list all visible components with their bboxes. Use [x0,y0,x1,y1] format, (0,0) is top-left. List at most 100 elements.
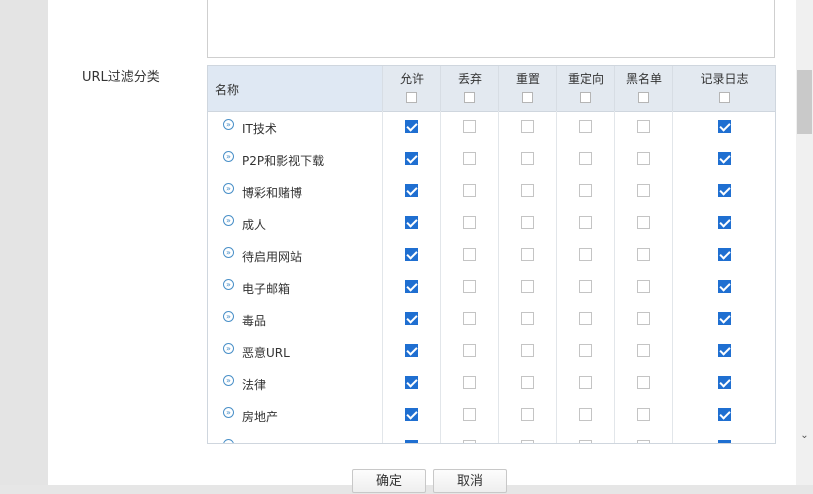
expand-chevron-icon[interactable]: » [223,183,234,194]
log-checkbox[interactable] [717,184,731,197]
log-checkbox[interactable] [717,344,731,357]
drop-checkbox[interactable] [463,248,476,261]
blacklist-checkbox[interactable] [637,312,650,325]
reset-checkbox[interactable] [521,152,534,165]
reset-checkbox[interactable] [521,216,534,229]
expand-chevron-icon[interactable]: » [223,375,234,386]
checkbox-cell [440,367,499,399]
blacklist-checkbox[interactable] [637,344,650,357]
redirect-checkbox[interactable] [579,408,592,421]
blacklist-checkbox[interactable] [637,248,650,261]
blacklist-checkbox[interactable] [637,216,650,229]
log-checkbox[interactable] [717,312,731,325]
log-checkbox[interactable] [717,280,731,293]
log-checkbox[interactable] [717,152,731,165]
redirect-checkbox[interactable] [579,280,592,293]
drop-checkbox[interactable] [463,280,476,293]
drop-checkbox[interactable] [463,120,476,133]
reset-checkbox[interactable] [521,312,534,325]
checkbox-cell [614,175,673,207]
allow-checkbox[interactable] [405,184,418,197]
expand-chevron-icon[interactable]: » [223,151,234,162]
blacklist-checkbox[interactable] [637,184,650,197]
allow-checkbox[interactable] [405,376,418,389]
reset-checkbox[interactable] [521,280,534,293]
redirect-checkbox[interactable] [579,184,592,197]
drop-checkbox[interactable] [463,344,476,357]
drop-checkbox[interactable] [463,152,476,165]
allow-checkbox[interactable] [405,408,418,421]
log-checkbox[interactable] [717,120,731,133]
expand-chevron-icon[interactable]: » [223,215,234,226]
reset-checkbox[interactable] [521,440,534,443]
blacklist-checkbox[interactable] [637,376,650,389]
expand-chevron-icon[interactable]: » [223,311,234,322]
drop-checkbox[interactable] [463,440,476,443]
select-all-redirect-checkbox[interactable] [580,92,591,103]
redirect-checkbox[interactable] [579,440,592,443]
drop-checkbox[interactable] [463,312,476,325]
allow-checkbox[interactable] [405,344,418,357]
description-textarea[interactable] [207,0,775,58]
allow-checkbox[interactable] [405,248,418,261]
blacklist-checkbox[interactable] [637,440,650,443]
vertical-scrollbar[interactable]: ⌄ [796,0,813,485]
cancel-button[interactable]: 取消 [433,469,507,493]
table-header: 名称 允许 丢弃 重置 重定向 黑名单 记录日志 [208,66,775,112]
redirect-checkbox[interactable] [579,216,592,229]
column-header-label: 记录日志 [700,72,749,86]
reset-checkbox[interactable] [521,344,534,357]
blacklist-checkbox[interactable] [637,408,650,421]
drop-checkbox[interactable] [463,408,476,421]
checkbox-cell [498,431,557,443]
blacklist-checkbox[interactable] [637,152,650,165]
redirect-checkbox[interactable] [579,376,592,389]
checkbox-cell [556,431,615,443]
reset-checkbox[interactable] [521,376,534,389]
log-checkbox[interactable] [717,408,731,421]
select-all-reset-checkbox[interactable] [522,92,533,103]
log-checkbox[interactable] [717,376,731,389]
redirect-checkbox[interactable] [579,120,592,133]
redirect-checkbox[interactable] [579,152,592,165]
reset-checkbox[interactable] [521,120,534,133]
allow-checkbox[interactable] [405,152,418,165]
allow-checkbox[interactable] [405,120,418,133]
allow-checkbox[interactable] [405,280,418,293]
category-name-cell: » 法律 [208,367,382,399]
redirect-checkbox[interactable] [579,248,592,261]
expand-chevron-icon[interactable]: » [223,407,234,418]
drop-checkbox[interactable] [463,216,476,229]
blacklist-checkbox[interactable] [637,120,650,133]
reset-checkbox[interactable] [521,184,534,197]
scroll-thumb[interactable] [797,70,812,134]
select-all-blacklist-checkbox[interactable] [638,92,649,103]
scroll-down-arrow-icon[interactable]: ⌄ [798,429,811,442]
drop-checkbox[interactable] [463,376,476,389]
allow-checkbox[interactable] [405,312,418,325]
expand-chevron-icon[interactable]: » [223,247,234,258]
redirect-checkbox[interactable] [579,344,592,357]
allow-checkbox[interactable] [405,440,418,443]
log-checkbox[interactable] [717,440,731,443]
expand-chevron-icon[interactable]: » [223,279,234,290]
expand-chevron-icon[interactable]: » [223,343,234,354]
expand-chevron-icon[interactable]: » [223,439,234,443]
checkbox-cell [382,207,441,239]
allow-checkbox[interactable] [405,216,418,229]
select-all-log-checkbox[interactable] [718,92,730,103]
category-name: IT技术 [242,122,277,136]
blacklist-checkbox[interactable] [637,280,650,293]
ok-button[interactable]: 确定 [352,469,426,493]
redirect-checkbox[interactable] [579,312,592,325]
reset-checkbox[interactable] [521,408,534,421]
select-all-allow-checkbox[interactable] [406,92,417,103]
log-checkbox[interactable] [717,216,731,229]
drop-checkbox[interactable] [463,184,476,197]
select-all-drop-checkbox[interactable] [464,92,475,103]
category-name: 成人 [242,218,267,232]
expand-chevron-icon[interactable]: » [223,119,234,130]
checkbox-cell [672,271,775,303]
reset-checkbox[interactable] [521,248,534,261]
log-checkbox[interactable] [717,248,731,261]
